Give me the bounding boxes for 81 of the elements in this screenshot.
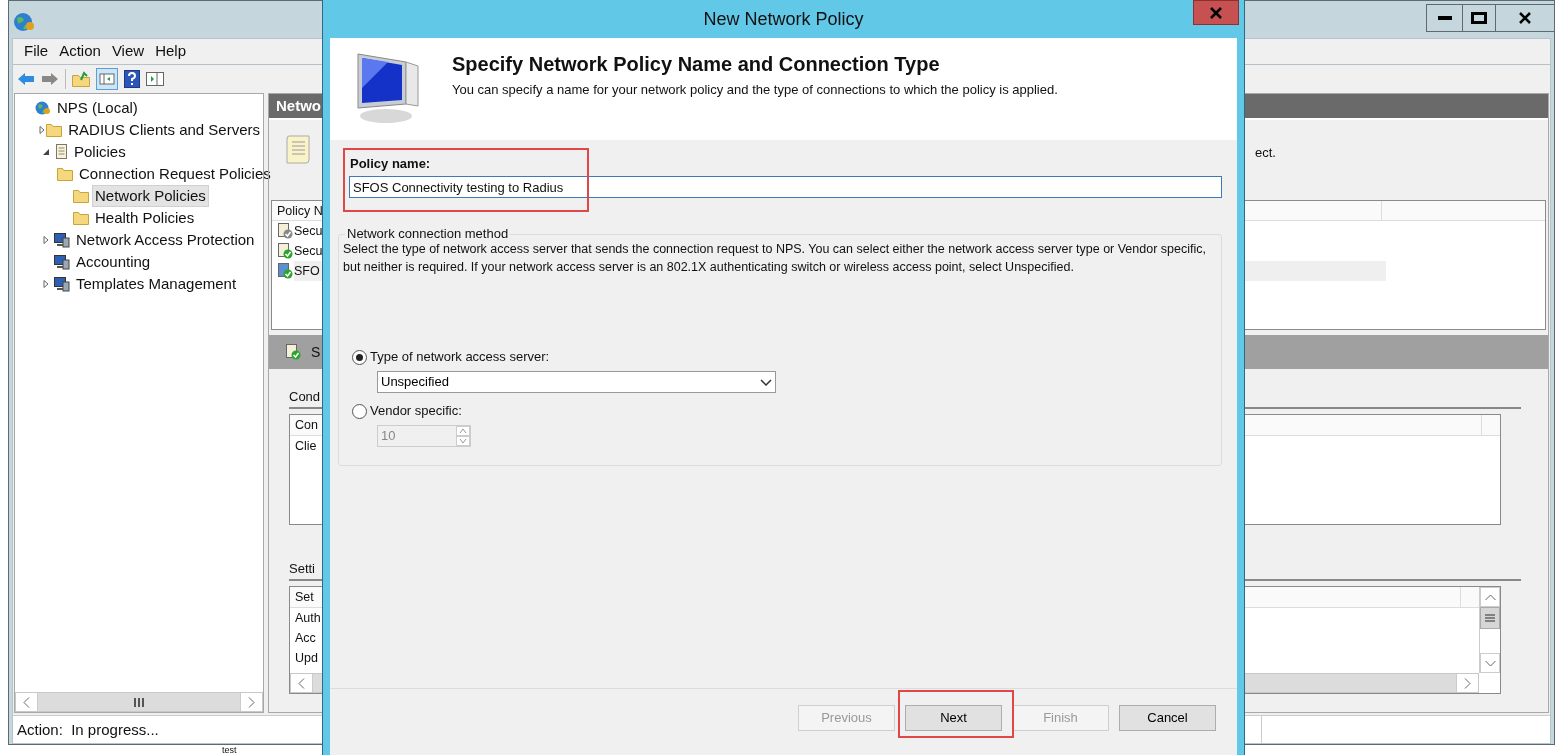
tree-item[interactable]: RADIUS Clients and Servers (65, 119, 263, 141)
expand-arrow-icon[interactable] (42, 280, 50, 288)
back-arrow-icon[interactable] (17, 72, 35, 86)
column-header[interactable]: Policy N (272, 201, 323, 220)
policy-icon (277, 223, 293, 239)
status-text: Action: In progress... (16, 720, 160, 740)
table-row[interactable]: Secu (294, 241, 323, 261)
radio-label[interactable]: Vendor specific: (370, 401, 462, 421)
policy-name-field[interactable]: SFOS Connectivity testing to Radius (349, 176, 1222, 198)
document-icon (54, 144, 68, 160)
desktop-item-label: test (222, 745, 237, 755)
radio-button[interactable] (352, 403, 367, 419)
folder-icon (46, 123, 63, 137)
dropdown-caret-icon (760, 378, 772, 386)
tree-item[interactable]: Network Policies (92, 185, 209, 207)
section-label: Cond (289, 388, 321, 406)
forward-arrow-icon[interactable] (41, 72, 59, 86)
description-text: ect. (1255, 144, 1276, 162)
policy-icon (285, 344, 301, 360)
maximize-icon (1471, 12, 1487, 24)
scroll-up-icon[interactable] (1484, 593, 1496, 601)
collapse-arrow-icon[interactable] (42, 148, 50, 156)
dialog-title: New Network Policy (703, 7, 864, 31)
policy-icon (277, 263, 293, 279)
folder-up-icon[interactable] (72, 71, 90, 87)
scroll-left-icon[interactable] (23, 696, 30, 708)
tree-item[interactable]: Health Policies (92, 207, 198, 229)
list-row-text: Upd (294, 650, 318, 667)
scroll-down-icon[interactable] (1484, 659, 1496, 667)
folder-icon (57, 167, 73, 181)
table-row[interactable]: Secu (294, 221, 323, 241)
menu-item[interactable]: File (21, 40, 52, 63)
wizard-button[interactable]: Cancel (1119, 705, 1216, 731)
vertical-scrollbar[interactable] (1479, 587, 1500, 673)
radio-button[interactable] (352, 349, 367, 365)
folder-icon (73, 189, 89, 203)
scroll-right-icon[interactable] (1464, 677, 1471, 689)
wizard-button[interactable]: Next (905, 705, 1002, 731)
menu-item[interactable]: Action (56, 40, 104, 63)
computer-icon (54, 254, 70, 270)
column-header[interactable]: Con (290, 415, 318, 435)
section-header: S (311, 342, 321, 362)
tree-item[interactable]: Network Access Protection (73, 229, 258, 251)
scroll-grip-icon[interactable] (1485, 614, 1495, 622)
tree-item[interactable]: Accounting (73, 251, 154, 273)
computer-icon (54, 232, 70, 248)
server-type-dropdown[interactable]: Unspecified (377, 371, 776, 393)
section-label: Setti (289, 560, 315, 578)
list-row-text: Clie (294, 438, 317, 455)
tree-item[interactable]: Policies (71, 141, 129, 163)
spinner-arrows-icon[interactable] (456, 426, 470, 446)
tree-item[interactable]: Templates Management (73, 273, 240, 295)
computer-icon (54, 276, 70, 292)
expand-arrow-icon[interactable] (38, 126, 47, 134)
scroll-grip-icon[interactable] (134, 697, 144, 707)
tree-item[interactable]: Connection Request Policies (76, 163, 274, 185)
close-icon (1210, 6, 1222, 19)
scroll-left-icon[interactable] (298, 677, 305, 689)
expand-arrow-icon[interactable] (42, 236, 50, 244)
help-icon[interactable] (124, 70, 140, 88)
horizontal-scrollbar[interactable] (15, 692, 263, 712)
radio-label[interactable]: Type of network access server: (370, 347, 550, 367)
action-pane-toggle-icon[interactable] (146, 72, 164, 86)
scroll-right-icon[interactable] (248, 696, 255, 708)
document-icon (285, 134, 311, 164)
menu-item[interactable]: View (108, 40, 148, 63)
group-description: Select the type of network access server that sends the connection request to NPS. You can select either the network access server type or Vendor specific, but neither is required. If your network access server is an 802.1X authenticating switch or wireless access point, select Unspecified. (343, 241, 1207, 276)
globe-icon (35, 100, 51, 116)
list-row-text: Acc (294, 630, 316, 647)
minimize-icon (1437, 16, 1452, 20)
app-icon (13, 11, 35, 33)
tree-item[interactable]: NPS (Local) (54, 97, 141, 119)
policy-icon (277, 243, 293, 259)
field-label: Policy name: (350, 155, 432, 172)
console-tree-toggle-icon[interactable] (96, 68, 118, 90)
close-icon (1519, 12, 1531, 24)
column-header[interactable]: Set (290, 587, 314, 607)
menu-item[interactable]: Help (152, 40, 189, 63)
dialog-heading: Specify Network Policy Name and Connection Type (452, 52, 941, 77)
folder-icon (73, 211, 89, 225)
list-row-text: Auth (294, 610, 321, 627)
